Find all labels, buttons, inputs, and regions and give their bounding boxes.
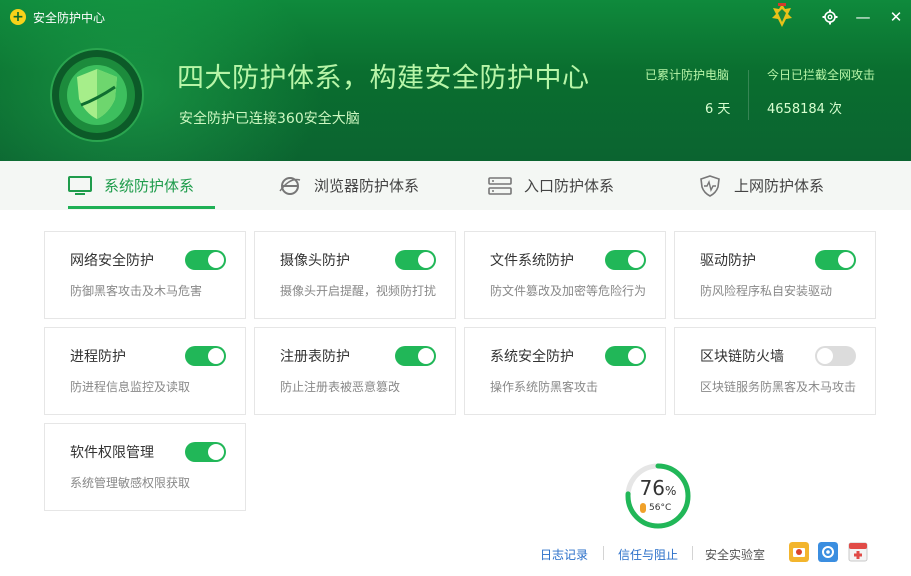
card-filesystem-protection: 文件系统防护 防文件篡改及加密等危险行为 (464, 231, 666, 319)
protected-days-label: 已累计防护电脑 (645, 68, 730, 82)
card-network-protection: 网络安全防护 防御黑客攻击及木马危害 (44, 231, 246, 319)
title-bar: + 安全防护中心 — ✕ (0, 0, 911, 34)
blocked-attacks-label: 今日已拦截全网攻击 (767, 68, 876, 82)
trust-block-link[interactable]: 信任与阻止 (618, 546, 678, 563)
toggle-knob (838, 252, 854, 268)
card-software-permissions: 软件权限管理 系统管理敏感权限获取 (44, 423, 246, 511)
gauge-unit: % (665, 484, 677, 498)
protected-days-value: 6 天 (705, 102, 731, 117)
minimize-icon[interactable]: — (852, 6, 874, 28)
browser-icon (279, 176, 301, 195)
blockchain-firewall-toggle[interactable] (815, 346, 856, 366)
tab-label: 上网防护体系 (734, 177, 825, 195)
tab-label: 系统防护体系 (104, 177, 195, 195)
software-permissions-toggle[interactable] (185, 442, 226, 462)
toggle-knob (418, 348, 434, 364)
card-title: 注册表防护 (280, 349, 350, 365)
gauge-value: 76% (624, 476, 692, 500)
headline: 四大防护体系，构建安全防护中心 (177, 63, 590, 94)
shield-emblem-icon (50, 48, 144, 142)
tab-internet-protection[interactable]: 上网防护体系 (698, 161, 824, 210)
toolbox-icon[interactable] (789, 542, 809, 562)
monitor-icon (68, 175, 92, 195)
toggle-knob (208, 444, 224, 460)
shield-pulse-icon (700, 174, 720, 197)
network-protection-toggle[interactable] (185, 250, 226, 270)
medal-badge-icon[interactable] (770, 3, 794, 29)
thermometer-icon (640, 503, 646, 513)
tab-browser-protection[interactable]: 浏览器防护体系 (278, 161, 419, 210)
card-process-protection: 进程防护 防进程信息监控及读取 (44, 327, 246, 415)
header-banner: + 安全防护中心 — ✕ 四大防护体系，构建安全防护中心 安全防护已连接360安… (0, 0, 911, 161)
card-description: 系统管理敏感权限获取 (70, 476, 191, 490)
gear-tool-icon[interactable] (818, 542, 838, 562)
gauge-number: 76 (639, 476, 666, 500)
settings-gear-icon[interactable] (819, 6, 841, 28)
tab-label: 浏览器防护体系 (314, 177, 420, 195)
card-title: 软件权限管理 (70, 445, 154, 461)
footer-divider (603, 546, 604, 560)
tab-system-protection[interactable]: 系统防护体系 (68, 161, 194, 210)
card-driver-protection: 驱动防护 防风险程序私自安装驱动 (674, 231, 876, 319)
card-title: 系统安全防护 (490, 349, 574, 365)
card-description: 防风险程序私自安装驱动 (700, 284, 833, 298)
toggle-knob (418, 252, 434, 268)
card-registry-protection: 注册表防护 防止注册表被恶意篡改 (254, 327, 456, 415)
card-description: 防文件篡改及加密等危险行为 (490, 284, 647, 298)
card-title: 网络安全防护 (70, 253, 154, 269)
card-description: 防进程信息监控及读取 (70, 380, 191, 394)
card-system-security: 系统安全防护 操作系统防黑客攻击 (464, 327, 666, 415)
toggle-knob (208, 348, 224, 364)
performance-gauge[interactable]: 76% 56°C (624, 462, 692, 530)
process-protection-toggle[interactable] (185, 346, 226, 366)
temperature-value: 56°C (649, 503, 672, 513)
blocked-attacks-value: 4658184 次 (767, 102, 843, 117)
log-records-link[interactable]: 日志记录 (540, 546, 588, 563)
registry-protection-toggle[interactable] (395, 346, 436, 366)
card-title: 文件系统防护 (490, 253, 574, 269)
card-title: 摄像头防护 (280, 253, 350, 269)
card-blockchain-firewall: 区块链防火墙 区块链服务防黑客及木马攻击 (674, 327, 876, 415)
app-logo-icon: + (10, 9, 26, 25)
toggle-knob (628, 252, 644, 268)
tab-gateway-protection[interactable]: 入口防护体系 (488, 161, 614, 210)
card-camera-protection: 摄像头防护 摄像头开启提醒，视频防打扰 (254, 231, 456, 319)
driver-protection-toggle[interactable] (815, 250, 856, 270)
system-security-toggle[interactable] (605, 346, 646, 366)
card-description: 操作系统防黑客攻击 (490, 380, 599, 394)
card-title: 进程防护 (70, 349, 126, 365)
card-title: 驱动防护 (700, 253, 756, 269)
card-description: 区块链服务防黑客及木马攻击 (700, 380, 857, 394)
close-icon[interactable]: ✕ (885, 6, 907, 28)
footer-divider (692, 546, 693, 560)
card-description: 摄像头开启提醒，视频防打扰 (280, 284, 437, 298)
stats-divider (748, 70, 749, 120)
toggle-knob (628, 348, 644, 364)
card-description: 防止注册表被恶意篡改 (280, 380, 401, 394)
card-description: 防御黑客攻击及木马危害 (70, 284, 203, 298)
tab-label: 入口防护体系 (524, 177, 615, 195)
first-aid-kit-icon[interactable] (848, 542, 868, 562)
active-tab-indicator (68, 206, 215, 209)
toggle-knob (817, 348, 833, 364)
connection-status: 安全防护已连接360安全大脑 (179, 111, 360, 127)
cpu-temperature: 56°C (640, 503, 671, 513)
card-title: 区块链防火墙 (700, 349, 784, 365)
gateway-icon (488, 176, 512, 195)
security-lab-link[interactable]: 安全实验室 (705, 546, 765, 563)
camera-protection-toggle[interactable] (395, 250, 436, 270)
filesystem-protection-toggle[interactable] (605, 250, 646, 270)
protection-tabs: 系统防护体系 浏览器防护体系 入口防护体系 上网防护体系 (0, 161, 911, 210)
toggle-knob (208, 252, 224, 268)
app-title: 安全防护中心 (33, 11, 106, 25)
